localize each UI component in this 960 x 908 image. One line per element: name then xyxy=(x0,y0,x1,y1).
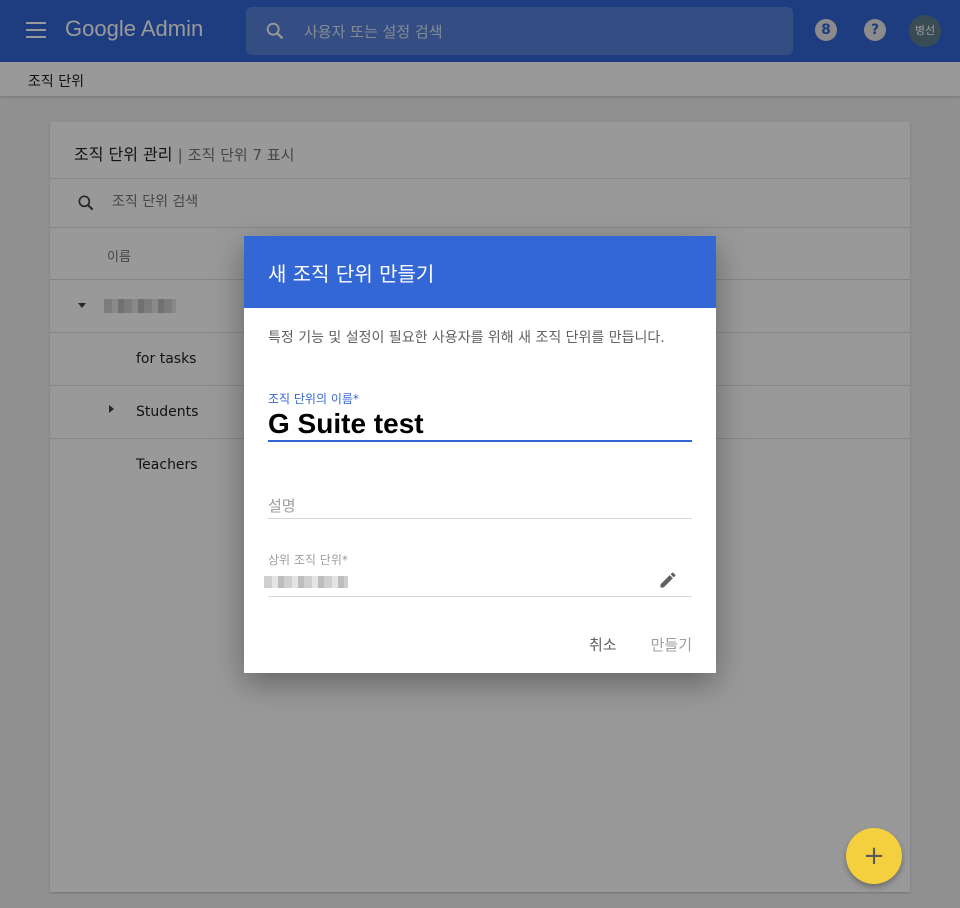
dialog-description: 특정 기능 및 설정이 필요한 사용자를 위해 새 조직 단위를 만듭니다. xyxy=(268,330,665,346)
create-org-unit-dialog: 새 조직 단위 만들기 특정 기능 및 설정이 필요한 사용자를 위해 새 조직… xyxy=(244,236,716,673)
parent-field-underline xyxy=(268,596,692,597)
name-field-label: 조직 단위의 이름* xyxy=(268,392,359,406)
create-button[interactable]: 만들기 xyxy=(651,634,692,655)
dialog-actions: 취소 만들기 xyxy=(589,634,692,655)
description-field[interactable] xyxy=(268,494,692,519)
org-unit-name-field[interactable] xyxy=(268,408,692,442)
parent-field-label: 상위 조직 단위* xyxy=(268,553,348,567)
dialog-header: 새 조직 단위 만들기 xyxy=(244,236,716,308)
edit-icon[interactable] xyxy=(658,570,678,590)
cancel-button[interactable]: 취소 xyxy=(589,634,617,655)
redacted-parent-name xyxy=(264,576,348,588)
add-org-unit-button[interactable]: + xyxy=(846,828,902,884)
dialog-title: 새 조직 단위 만들기 xyxy=(268,262,435,286)
